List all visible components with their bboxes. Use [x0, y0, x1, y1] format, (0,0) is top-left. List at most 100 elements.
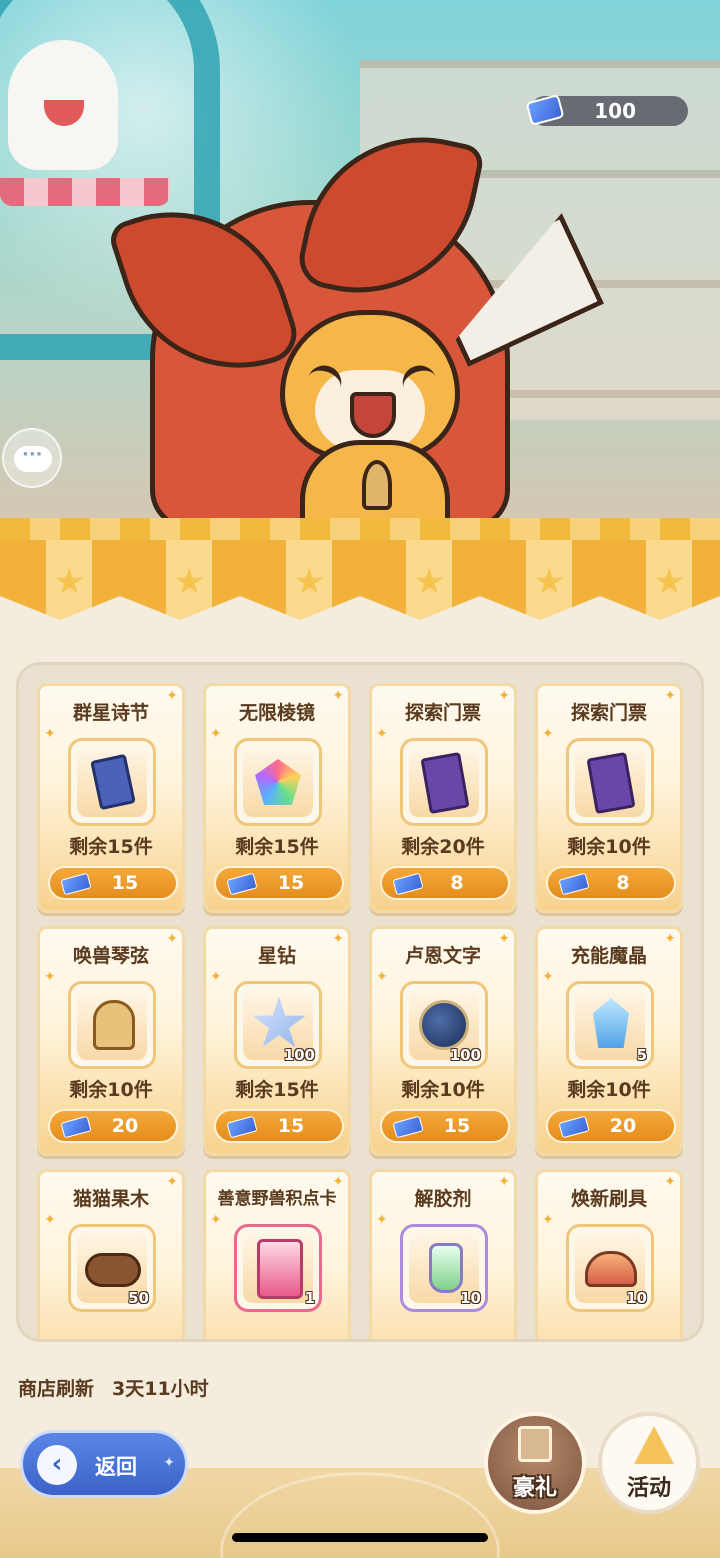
awning-flag: ★	[600, 540, 720, 620]
chat-button[interactable]	[2, 428, 62, 488]
item-quantity: 100	[283, 1046, 315, 1064]
sparkle-icon: ✦	[44, 1212, 56, 1228]
sparkle-icon: ✦	[210, 969, 222, 985]
shop-item-card[interactable]: ✦ ✦ 焕新刷具 10	[535, 1169, 683, 1339]
ticket-icon	[226, 1115, 258, 1139]
buy-button[interactable]: 8	[380, 866, 510, 900]
key-pendant-icon	[362, 460, 392, 510]
buy-button[interactable]: 15	[380, 1109, 510, 1143]
ticket-icon	[392, 872, 424, 896]
shop-item-card[interactable]: ✦ ✦ 猫猫果木 50	[37, 1169, 185, 1339]
item-price: 20	[609, 1115, 637, 1137]
item-quantity: 10	[460, 1289, 481, 1307]
star-card-icon	[90, 753, 136, 811]
awning-flag: ★	[360, 540, 480, 620]
awning-flag: ★	[0, 540, 120, 620]
back-button[interactable]: ‹ 返回 ✦	[20, 1430, 188, 1498]
star-icon: ★	[54, 562, 85, 602]
item-name: 探索门票	[404, 702, 481, 724]
ticket-icon	[60, 1115, 92, 1139]
item-name: 猫猫果木	[72, 1188, 149, 1210]
shop-keeper-scene: 100	[0, 0, 720, 540]
shop-item-card[interactable]: ✦ ✦ 星钻 100 剩余15件 15	[203, 926, 351, 1156]
shop-item-card[interactable]: ✦ ✦ 充能魔晶 5 剩余10件 20	[535, 926, 683, 1156]
item-name: 星钻	[257, 945, 296, 967]
sparkle-icon: ✦	[542, 969, 554, 985]
event-button[interactable]: 活动	[598, 1412, 700, 1514]
party-popper-icon	[634, 1426, 674, 1464]
item-price: 15	[277, 872, 305, 894]
item-quantity: 1	[304, 1289, 315, 1307]
item-slot	[234, 738, 322, 826]
item-name: 解胶剂	[414, 1188, 472, 1210]
item-price: 8	[616, 872, 630, 894]
shop-item-card[interactable]: ✦ ✦ 探索门票 剩余10件 8	[535, 683, 683, 913]
ticket-icon	[558, 872, 590, 896]
item-quantity: 100	[449, 1046, 481, 1064]
explore-ticket-icon	[420, 751, 470, 815]
currency-counter: 100	[525, 94, 688, 126]
item-price: 15	[111, 872, 139, 894]
awning-flags: ★ ★ ★ ★ ★ ★	[0, 540, 720, 620]
potion-bottle-icon	[429, 1243, 463, 1293]
item-slot: 10	[566, 1224, 654, 1312]
shop-item-card[interactable]: ✦ ✦ 探索门票 剩余20件 8	[369, 683, 517, 913]
buy-button[interactable]: 15	[48, 866, 178, 900]
prism-gem-icon	[255, 759, 301, 805]
currency-amount: 100	[594, 99, 636, 123]
gift-box-icon	[518, 1426, 552, 1462]
shop-item-card[interactable]: ✦ ✦ 卢恩文字 100 剩余10件 15	[369, 926, 517, 1156]
refresh-timer: 3天11小时	[112, 1378, 209, 1400]
buy-button[interactable]: 15	[214, 1109, 344, 1143]
chat-icon	[14, 444, 52, 472]
ticket-icon	[226, 872, 258, 896]
wood-log-icon	[85, 1253, 141, 1287]
back-arrow-icon: ‹	[37, 1445, 77, 1485]
item-name: 卢恩文字	[404, 945, 481, 967]
shop-item-card[interactable]: ✦ ✦ 解胶剂 10	[369, 1169, 517, 1339]
sparkle-icon: ✦	[44, 726, 56, 742]
star-diamond-icon	[252, 996, 306, 1047]
item-quantity: 5	[636, 1046, 647, 1064]
cat-shopkeeper-illustration	[105, 115, 600, 530]
item-quantity: 10	[626, 1289, 647, 1307]
item-price: 8	[450, 872, 464, 894]
item-remaining: 剩余10件	[567, 836, 651, 858]
buy-button[interactable]: 20	[546, 1109, 676, 1143]
buy-button[interactable]: 8	[546, 866, 676, 900]
buy-button[interactable]: 20	[48, 1109, 178, 1143]
item-remaining: 剩余15件	[69, 836, 153, 858]
item-name: 充能魔晶	[570, 945, 647, 967]
ticket-icon	[60, 872, 92, 896]
buy-button[interactable]: 15	[214, 866, 344, 900]
shop-item-card[interactable]: ✦ ✦ 无限棱镜 剩余15件 15	[203, 683, 351, 913]
shop-item-card[interactable]: ✦ ✦ 群星诗节 剩余15件 15	[37, 683, 185, 913]
rune-stone-icon	[419, 1000, 469, 1050]
item-slot	[400, 738, 488, 826]
item-slot	[566, 738, 654, 826]
sparkle-icon: ✦	[542, 726, 554, 742]
item-name: 善意野兽积点卡	[217, 1189, 337, 1209]
refresh-label: 商店刷新	[18, 1378, 95, 1400]
item-slot: 100	[234, 981, 322, 1069]
home-indicator[interactable]	[232, 1533, 488, 1542]
star-icon: ★	[294, 562, 325, 602]
ticket-icon	[558, 1115, 590, 1139]
shop-item-card[interactable]: ✦ ✦ 唤兽琴弦 剩余10件 20	[37, 926, 185, 1156]
sparkle-icon: ✦	[163, 1455, 175, 1471]
item-slot: 5	[566, 981, 654, 1069]
item-remaining: 剩余15件	[235, 1079, 319, 1101]
gift-button[interactable]: 豪礼	[484, 1412, 586, 1514]
shop-item-card[interactable]: ✦ ✦ 善意野兽积点卡 1	[203, 1169, 351, 1339]
gift-label: 豪礼	[512, 1476, 557, 1501]
item-price: 15	[443, 1115, 471, 1137]
item-quantity: 50	[128, 1289, 149, 1307]
item-name: 唤兽琴弦	[72, 945, 149, 967]
event-label: 活动	[626, 1476, 671, 1501]
explore-ticket-icon	[586, 751, 636, 815]
ticket-icon	[392, 1115, 424, 1139]
harp-icon	[93, 1000, 135, 1050]
item-name: 焕新刷具	[570, 1188, 647, 1210]
sparkle-icon: ✦	[44, 969, 56, 985]
beast-point-card-icon	[257, 1239, 303, 1299]
